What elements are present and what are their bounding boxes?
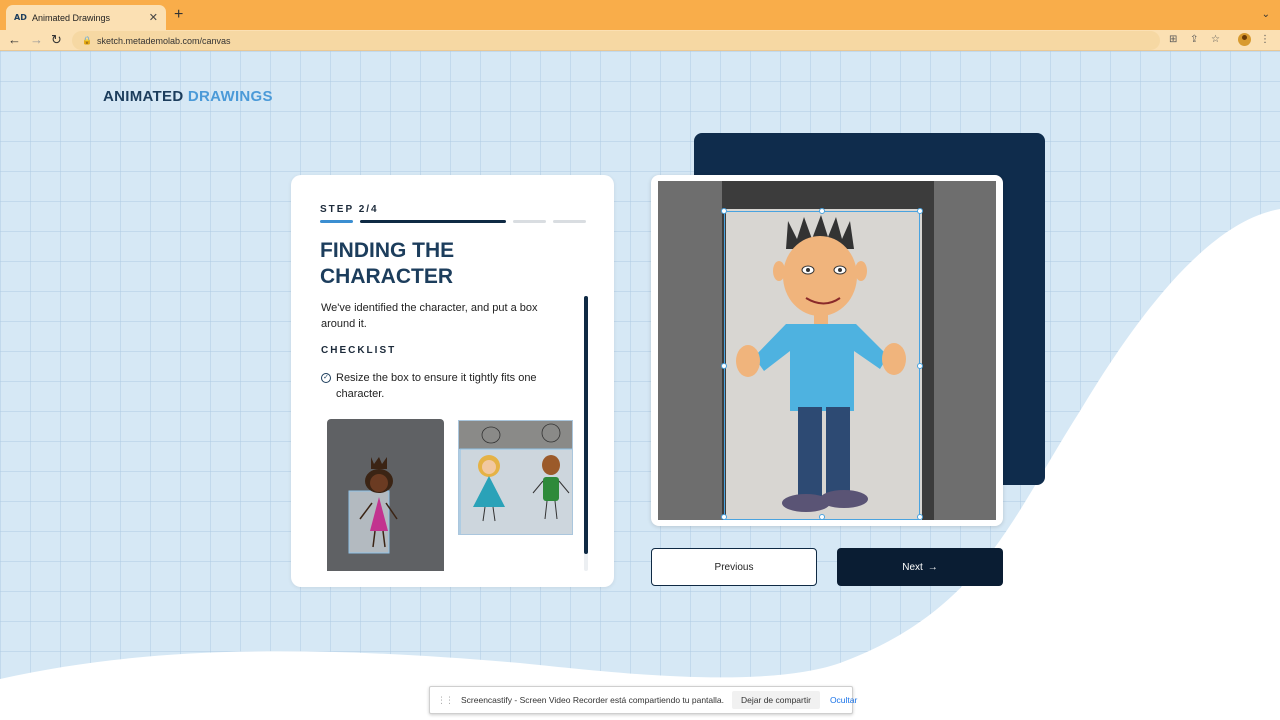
bbox-handle-bottom-left[interactable] xyxy=(721,514,727,520)
hide-button[interactable]: Ocultar xyxy=(826,691,861,709)
page-canvas: ANIMATED DRAWINGS STEP 2/4 FINDING THE C… xyxy=(0,51,1280,720)
progress-segment-3 xyxy=(513,220,546,223)
tab-search-chevron-icon[interactable]: ⌄ xyxy=(1262,9,1270,20)
checklist-item-text: Resize the box to ensure it tightly fits… xyxy=(336,372,537,400)
app-logo[interactable]: ANIMATED DRAWINGS xyxy=(103,88,273,105)
checklist-item: ✓ Resize the box to ensure it tightly fi… xyxy=(321,370,571,402)
back-arrow-icon[interactable]: ← xyxy=(8,32,21,48)
bbox-handle-bottom-right[interactable] xyxy=(917,514,923,520)
bbox-handle-top-left[interactable] xyxy=(721,208,727,214)
background-wave-shape xyxy=(0,209,1280,720)
checklist-title: CHECKLIST xyxy=(321,345,397,356)
screen-share-notification: ⋮⋮ Screencastify - Screen Video Recorder… xyxy=(429,686,857,714)
bbox-handle-top-right[interactable] xyxy=(917,208,923,214)
translate-icon[interactable]: ⊞ xyxy=(1169,33,1177,47)
lock-icon: 🔒 xyxy=(82,36,92,45)
bbox-handle-right[interactable] xyxy=(917,363,923,369)
address-bar[interactable]: 🔒 sketch.metademolab.com/canvas xyxy=(72,31,1160,50)
step-progress-bar xyxy=(320,220,586,224)
profile-avatar-icon[interactable] xyxy=(1238,33,1251,46)
bbox-handle-left[interactable] xyxy=(721,363,727,369)
next-button-label: Next xyxy=(902,561,923,573)
browser-toolbar: ← → ↻ 🔒 sketch.metademolab.com/canvas ⊞ … xyxy=(0,30,1280,51)
step-title: FINDING THE CHARACTER xyxy=(320,239,455,288)
check-circle-icon: ✓ xyxy=(321,373,331,383)
uploaded-drawing xyxy=(658,181,996,520)
drag-grip-icon[interactable]: ⋮⋮ xyxy=(437,695,454,706)
example-image-bad xyxy=(458,420,573,535)
drawing-frame xyxy=(651,175,1003,526)
tab-close-icon[interactable]: ✕ xyxy=(149,11,158,24)
stop-sharing-button[interactable]: Dejar de compartir xyxy=(732,691,820,709)
step-description: We've identified the character, and put … xyxy=(321,302,538,330)
share-message: Screencastify - Screen Video Recorder es… xyxy=(461,695,725,705)
new-tab-icon[interactable]: + xyxy=(174,7,183,23)
example-drawing-girl-icon xyxy=(348,457,398,554)
example-drawing-two-kids-icon xyxy=(459,421,572,534)
progress-segment-4 xyxy=(553,220,586,223)
progress-segment-1 xyxy=(320,220,353,223)
step-label: STEP 2/4 xyxy=(320,204,379,215)
bookmark-star-icon[interactable]: ☆ xyxy=(1211,33,1220,47)
browser-tab[interactable]: AD Animated Drawings ✕ xyxy=(6,5,166,30)
card-scrollbar-thumb[interactable] xyxy=(584,296,588,554)
kebab-menu-icon[interactable]: ⋮ xyxy=(1260,33,1270,47)
example-image-good xyxy=(327,419,444,571)
bbox-handle-bottom[interactable] xyxy=(819,514,825,520)
previous-button[interactable]: Previous xyxy=(651,548,817,586)
step-card: STEP 2/4 FINDING THE CHARACTER We've ide… xyxy=(291,175,614,587)
next-button[interactable]: Next → xyxy=(837,548,1003,586)
bbox-handle-top[interactable] xyxy=(819,208,825,214)
progress-segment-2 xyxy=(360,220,506,223)
reload-icon[interactable]: ↻ xyxy=(51,32,62,48)
url-text: sketch.metademolab.com/canvas xyxy=(96,35,231,46)
tab-title: Animated Drawings xyxy=(32,12,111,23)
browser-tab-bar: AD Animated Drawings ✕ + ⌄ xyxy=(0,0,1280,30)
arrow-right-icon: → xyxy=(927,561,938,573)
favicon-icon: AD xyxy=(14,13,27,22)
forward-arrow-icon[interactable]: → xyxy=(30,32,43,48)
character-bounding-box[interactable] xyxy=(724,211,920,520)
share-icon[interactable]: ⇪ xyxy=(1190,33,1198,47)
